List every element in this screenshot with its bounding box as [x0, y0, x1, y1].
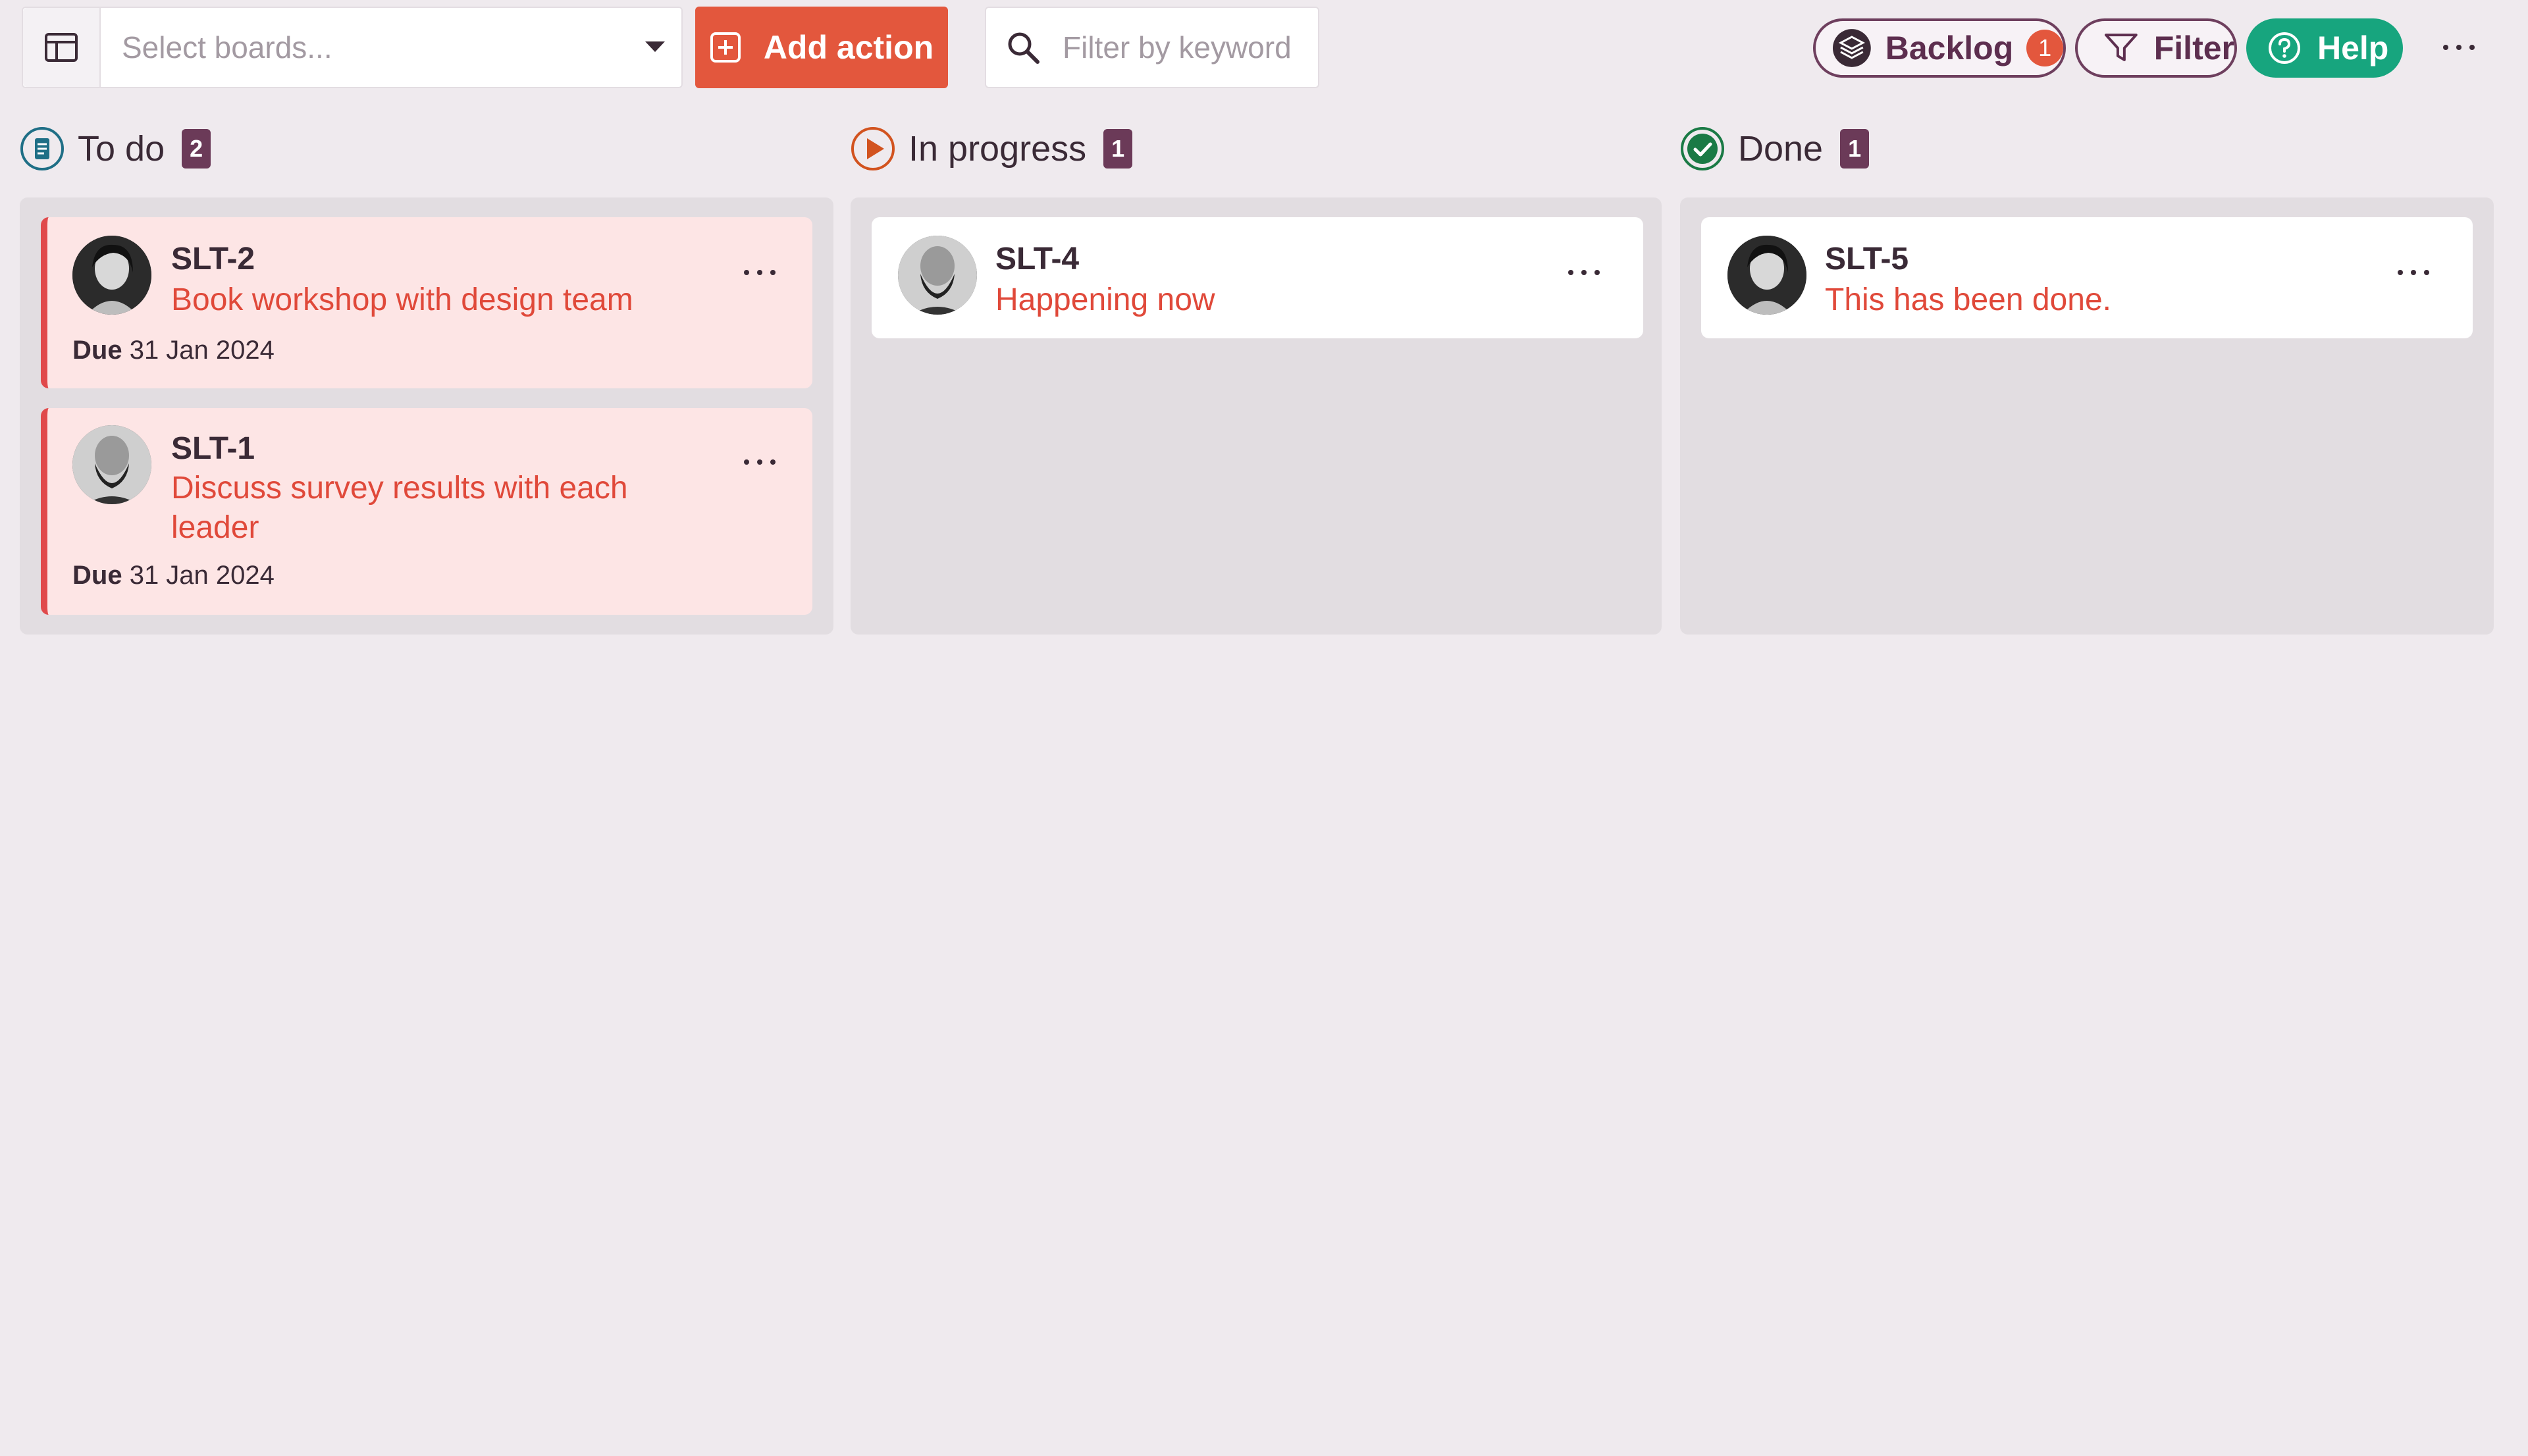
avatar	[72, 236, 151, 315]
due-date-value: 31 Jan 2024	[129, 561, 275, 590]
action-card[interactable]: SLT-2 Book workshop with design team Due…	[41, 217, 812, 388]
card-key: SLT-2	[171, 242, 255, 276]
card-more-button[interactable]	[1558, 259, 1610, 286]
keyword-filter-placeholder: Filter by keyword	[1063, 30, 1292, 65]
plus-square-icon	[710, 32, 741, 63]
column-header-in-progress: In progress 1	[851, 124, 1133, 174]
action-card[interactable]: SLT-4 Happening now	[872, 217, 1643, 338]
more-horizontal-icon	[744, 459, 776, 465]
help-button[interactable]: Help	[2246, 18, 2403, 78]
card-key: SLT-5	[1825, 242, 1909, 276]
chevron-down-icon[interactable]	[629, 41, 681, 53]
column-count-badge: 2	[182, 129, 211, 169]
avatar	[1727, 236, 1806, 315]
column-in-progress: SLT-4 Happening now	[851, 197, 1662, 635]
more-horizontal-icon	[744, 270, 776, 275]
more-options-button[interactable]	[2429, 20, 2488, 75]
add-action-label: Add action	[763, 29, 934, 66]
layers-icon	[1832, 29, 1871, 67]
card-due-date: Due 31 Jan 2024	[72, 336, 275, 365]
column-count-badge: 1	[1840, 129, 1870, 169]
play-status-icon	[851, 127, 895, 170]
due-label: Due	[72, 336, 122, 365]
column-todo: SLT-2 Book workshop with design team Due…	[20, 197, 833, 635]
column-title: Done	[1738, 129, 1824, 169]
action-card[interactable]: SLT-5 This has been done.	[1701, 217, 2473, 338]
column-done: SLT-5 This has been done.	[1680, 197, 2494, 635]
funnel-icon	[2104, 34, 2138, 61]
card-title: Book workshop with design team	[171, 282, 633, 317]
filter-button[interactable]: Filter	[2075, 18, 2237, 78]
search-icon	[1008, 32, 1040, 64]
keyword-filter-input[interactable]: Filter by keyword	[985, 7, 1319, 88]
more-horizontal-icon	[1568, 270, 1600, 275]
question-circle-icon	[2269, 32, 2300, 64]
card-title: Discuss survey results with each leader	[171, 471, 628, 545]
column-header-todo: To do 2	[20, 124, 211, 174]
card-key: SLT-4	[995, 242, 1080, 276]
board-select-placeholder[interactable]: Select boards...	[101, 30, 629, 65]
more-horizontal-icon	[2443, 45, 2475, 50]
add-action-button[interactable]: Add action	[695, 7, 948, 88]
avatar	[898, 236, 977, 315]
card-key: SLT-1	[171, 431, 255, 466]
column-title: To do	[78, 129, 165, 169]
help-label: Help	[2317, 30, 2389, 66]
column-header-done: Done 1	[1680, 124, 1870, 174]
avatar	[72, 425, 151, 504]
check-status-icon	[1681, 127, 1724, 170]
backlog-count-badge: 1	[2026, 30, 2063, 66]
card-more-button[interactable]	[733, 449, 786, 475]
backlog-button[interactable]: Backlog 1	[1813, 18, 2066, 78]
todo-status-icon	[20, 127, 64, 170]
more-horizontal-icon	[2398, 270, 2429, 275]
card-title: Happening now	[995, 282, 1215, 317]
card-more-button[interactable]	[733, 259, 786, 286]
card-due-date: Due 31 Jan 2024	[72, 561, 275, 590]
action-card[interactable]: SLT-1 Discuss survey results with each l…	[41, 408, 812, 615]
card-title: This has been done.	[1825, 282, 2111, 317]
backlog-label: Backlog	[1885, 30, 2014, 66]
due-date-value: 31 Jan 2024	[129, 336, 275, 365]
board-select[interactable]: Select boards...	[22, 7, 683, 88]
column-title: In progress	[908, 129, 1087, 169]
layout-icon	[45, 33, 78, 62]
filter-label: Filter	[2153, 30, 2234, 66]
column-count-badge: 1	[1103, 129, 1133, 169]
due-label: Due	[72, 561, 122, 590]
card-more-button[interactable]	[2387, 259, 2440, 286]
layout-toggle-button[interactable]	[23, 8, 101, 87]
